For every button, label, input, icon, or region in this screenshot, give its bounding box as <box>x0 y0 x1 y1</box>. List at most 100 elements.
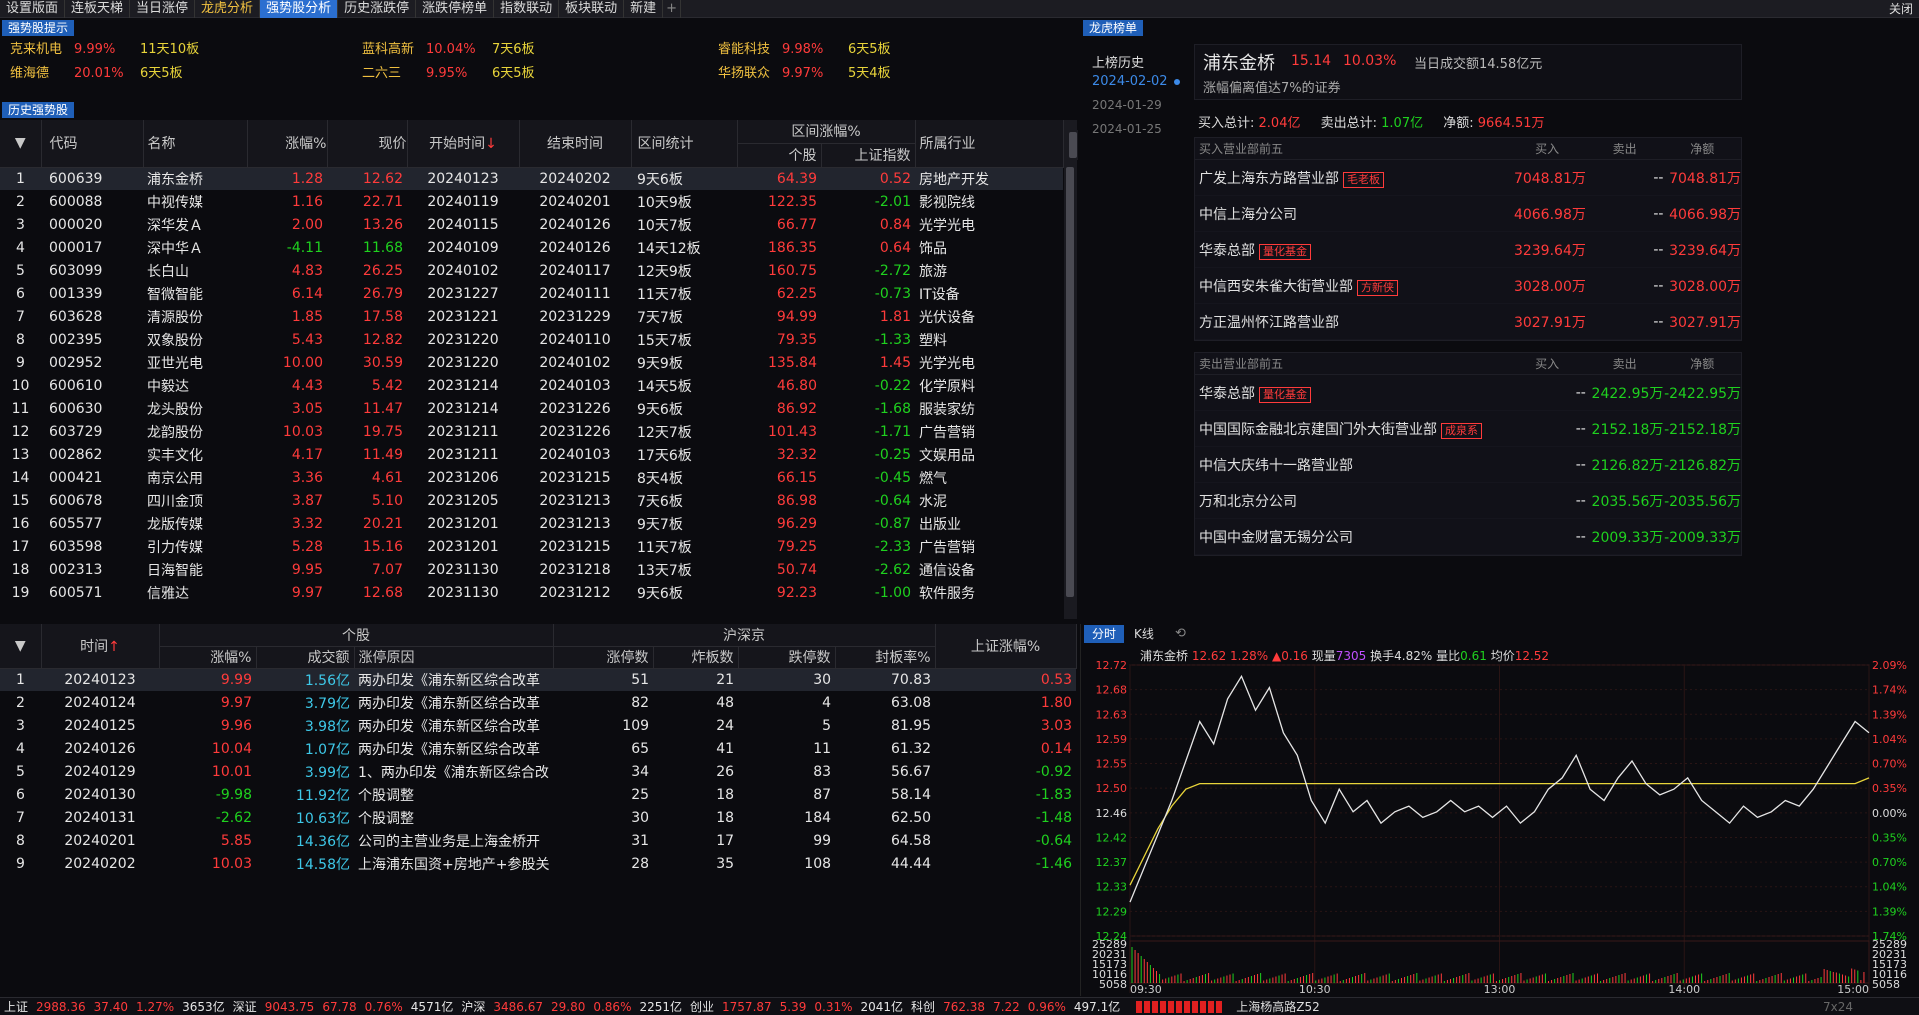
col-daily-zb[interactable]: 炸板数 <box>653 646 739 669</box>
col-index-pct[interactable]: 上证涨幅% <box>935 624 1077 669</box>
table-row[interactable]: 9 002952 亚世光电 10.00 30.59 20231220 20240102 9天9… <box>0 351 1063 374</box>
refresh-icon[interactable]: ⟲ <box>1175 625 1186 643</box>
table-row[interactable]: 7 603628 清源股份 1.85 17.58 20231221 20231229 7天7板… <box>0 305 1063 328</box>
col-daily-pct[interactable]: 涨幅% <box>159 646 257 669</box>
col-pct[interactable]: 涨幅% <box>247 120 328 168</box>
add-tab-button[interactable]: + <box>663 0 682 18</box>
table-row[interactable]: 6 20240130 -9.98 11.92亿 个股调整 25 18 87 58.14 -1.83 <box>0 783 1076 806</box>
table-row[interactable]: 8 20240201 5.85 14.36亿 公司的主营业务是上海金桥开 31 17 99 64… <box>0 829 1076 852</box>
hint-item[interactable]: 二六三 9.95% 6天5板 <box>362 64 582 84</box>
table-row[interactable]: 12 603729 龙韵股份 10.03 19.75 20231211 20231226 12… <box>0 420 1063 443</box>
tab-5[interactable]: 历史涨跌停 <box>338 0 417 18</box>
table-row[interactable]: 7 20240131 -2.62 10.63亿 个股调整 30 18 184 62.50 -1.4… <box>0 806 1076 829</box>
intraday-chart[interactable]: 12.72 2.09% 12.68 1.74% 12.63 1.39% 12.59 1.04%… <box>1080 660 1919 996</box>
tab-9[interactable]: 新建 <box>624 0 664 18</box>
table-row[interactable]: 3 20240125 9.96 3.98亿 两办印发《浦东新区综合改革 109 24 5 81.… <box>0 714 1076 737</box>
table-row[interactable]: 17 603598 引力传媒 5.28 15.16 20231201 20231215 11天… <box>0 535 1063 558</box>
tab-2[interactable]: 当日涨停 <box>130 0 196 18</box>
broker-row[interactable]: 中国国际金融北京建国门外大街营业部 成泉系 -- 2152.18万 -2152.18万 <box>1195 411 1741 447</box>
broker-row[interactable]: 万和北京分公司 -- 2035.56万 -2035.56万 <box>1195 483 1741 519</box>
table-row[interactable]: 2 20240124 9.97 3.79亿 两办印发《浦东新区综合改革 82 48 4 63.0… <box>0 691 1076 714</box>
col-daily-reason[interactable]: 涨停原因 <box>354 646 554 669</box>
table-row[interactable]: 6 001339 智微智能 6.14 26.79 20231227 20240111 11天7… <box>0 282 1063 305</box>
table-row[interactable]: 18 002313 日海智能 9.95 7.07 20231130 20231218 13天7… <box>0 558 1063 581</box>
broker-row[interactable]: 华泰总部 量化基金 3239.64万 -- 3239.64万 <box>1195 232 1741 268</box>
table-row[interactable]: 5 603099 长白山 4.83 26.25 20240102 20240117 12天9板… <box>0 259 1063 282</box>
col-start[interactable]: 开始时间↓ <box>407 120 520 168</box>
daily-menu-icon[interactable]: ▼ <box>0 624 42 669</box>
col-stat[interactable]: 区间统计 <box>631 120 738 168</box>
hint-item[interactable]: 睿能科技 9.98% 6天5板 <box>718 40 938 60</box>
history-scrollbar[interactable] <box>1064 120 1077 619</box>
table-row[interactable]: 2 600088 中视传媒 1.16 22.71 20240119 20240201 10天9… <box>0 190 1063 213</box>
tab-7[interactable]: 指数联动 <box>494 0 560 18</box>
table-row[interactable]: 11 600630 龙头股份 3.05 11.47 20231214 20231226 9天6… <box>0 397 1063 420</box>
table-row[interactable]: 3 000020 深华发Ａ 2.00 13.26 20240115 20240126 10天7… <box>0 213 1063 236</box>
table-row[interactable]: 10 600610 中毅达 4.43 5.42 20231214 20240103 14天5板… <box>0 374 1063 397</box>
broker-row[interactable]: 中国中金财富无锡分公司 -- 2009.33万 -2009.33万 <box>1195 519 1741 555</box>
table-row[interactable]: 9 20240202 10.03 14.58亿 上海浦东国资+房地产+参股关 28 35 10… <box>0 852 1076 875</box>
cell-range-index: -2.72 <box>874 262 911 279</box>
col-range-stock[interactable]: 个股 <box>737 143 822 168</box>
col-range-index[interactable]: 上证指数 <box>821 143 916 168</box>
hint-item[interactable]: 克来机电 9.99% 11天10板 <box>10 40 230 60</box>
broker-row[interactable]: 华泰总部 量化基金 -- 2422.95万 -2422.95万 <box>1195 375 1741 411</box>
table-row[interactable]: 5 20240129 10.01 3.99亿 1、两办印发《浦东新区综合改 34 26 83 5… <box>0 760 1076 783</box>
col-time[interactable]: 时间↑ <box>41 624 160 669</box>
lhb-date-scrollbar-thumb[interactable] <box>1069 132 1077 158</box>
col-daily-zt[interactable]: 涨停数 <box>553 646 654 669</box>
broker-row[interactable]: 方正温州怀江路营业部 3027.91万 -- 3027.91万 <box>1195 304 1741 340</box>
col-daily-amount[interactable]: 成交额 <box>256 646 355 669</box>
cell-industry: 广告营销 <box>919 539 975 556</box>
cell-end: 20240117 <box>539 262 611 279</box>
table-row[interactable]: 4 000017 深中华Ａ -4.11 11.68 20240109 20240126 14天… <box>0 236 1063 259</box>
cell-industry: 光伏设备 <box>919 309 975 326</box>
table-row[interactable]: 1 20240123 9.99 1.56亿 两办印发《浦东新区综合改革 51 21 30 70.… <box>0 668 1077 691</box>
tab-3[interactable]: 龙虎分析 <box>195 0 261 18</box>
table-row[interactable]: 13 002862 实丰文化 4.17 11.49 20231211 20240103 17天… <box>0 443 1063 466</box>
tab-4[interactable]: 强势股分析 <box>260 0 339 18</box>
cell-stat: 9天6板 <box>631 167 737 190</box>
col-industry[interactable]: 所属行业 <box>915 120 1064 168</box>
lhb-date-item[interactable]: 2024-01-25 <box>1092 122 1162 136</box>
tab-intraday[interactable]: 分时 <box>1084 625 1124 643</box>
col-price[interactable]: 现价 <box>327 120 408 168</box>
tab-0[interactable]: 设置版面 <box>0 0 66 18</box>
cell-name: 中毅达 <box>147 378 189 395</box>
col-name[interactable]: 名称 <box>143 120 248 168</box>
table-row[interactable]: 1 600639 浦东金桥 1.28 12.62 20240123 20240202 9天6板… <box>0 167 1063 190</box>
col-daily-dt[interactable]: 跌停数 <box>738 646 836 669</box>
cell-stat: 7天7板 <box>637 309 683 326</box>
cell-range-stock: 101.43 <box>768 423 817 440</box>
tab-8[interactable]: 板块联动 <box>559 0 625 18</box>
cell-industry: 广告营销 <box>919 424 975 441</box>
tab-6[interactable]: 涨跌停榜单 <box>416 0 495 18</box>
table-row[interactable]: 19 600571 信雅达 9.97 12.68 20231130 20231212 9天6板… <box>0 581 1063 604</box>
cell-amount: 1.07亿 <box>304 741 350 758</box>
col-daily-fbl[interactable]: 封板率% <box>835 646 936 669</box>
lhb-date-scrollbar[interactable] <box>1068 130 1078 160</box>
lhb-date-item[interactable]: 2024-01-29 <box>1092 98 1162 112</box>
hint-item[interactable]: 蓝科高新 10.04% 7天6板 <box>362 40 582 60</box>
lhb-date-item[interactable]: 2024-02-02 <box>1092 74 1168 89</box>
close-button[interactable]: 关闭 <box>1889 0 1913 17</box>
broker-row[interactable]: 中信上海分公司 4066.98万 -- 4066.98万 <box>1195 196 1741 232</box>
table-row[interactable]: 14 000421 南京公用 3.36 4.61 20231206 20231215 8天4板… <box>0 466 1063 489</box>
cell-pct: -4.11 <box>286 239 323 256</box>
col-end[interactable]: 结束时间 <box>519 120 632 168</box>
hint-item[interactable]: 华扬联众 9.97% 5天4板 <box>718 64 938 84</box>
broker-row[interactable]: 广发上海东方路营业部 毛老板 7048.81万 -- 7048.81万 <box>1195 160 1741 196</box>
col-code[interactable]: 代码 <box>41 120 144 168</box>
table-row[interactable]: 16 605577 龙版传媒 3.32 20.21 20231201 20231213 9天7… <box>0 512 1063 535</box>
table-row[interactable]: 15 600678 四川金顶 3.87 5.10 20231205 20231213 7天6板… <box>0 489 1063 512</box>
history-scrollbar-thumb[interactable] <box>1066 167 1074 597</box>
history-strong-table: ▼ 代码 名称 涨幅% 现价 开始时间↓ 结束时间 区间统计 区间涨幅% 所属行… <box>0 120 1064 604</box>
broker-row[interactable]: 中信西安朱雀大街营业部 方新侠 3028.00万 -- 3028.00万 <box>1195 268 1741 304</box>
tab-1[interactable]: 连板天梯 <box>65 0 131 18</box>
table-row[interactable]: 8 002395 双象股份 5.43 12.82 20231220 20240110 15天7… <box>0 328 1063 351</box>
hint-item[interactable]: 维海德 20.01% 6天5板 <box>10 64 230 84</box>
tab-kline[interactable]: K线 <box>1134 625 1154 643</box>
broker-row[interactable]: 中信大庆纬十一路营业部 -- 2126.82万 -2126.82万 <box>1195 447 1741 483</box>
row-menu-icon[interactable]: ▼ <box>0 120 42 168</box>
table-row[interactable]: 4 20240126 10.04 1.07亿 两办印发《浦东新区综合改革 65 41 11 61… <box>0 737 1076 760</box>
